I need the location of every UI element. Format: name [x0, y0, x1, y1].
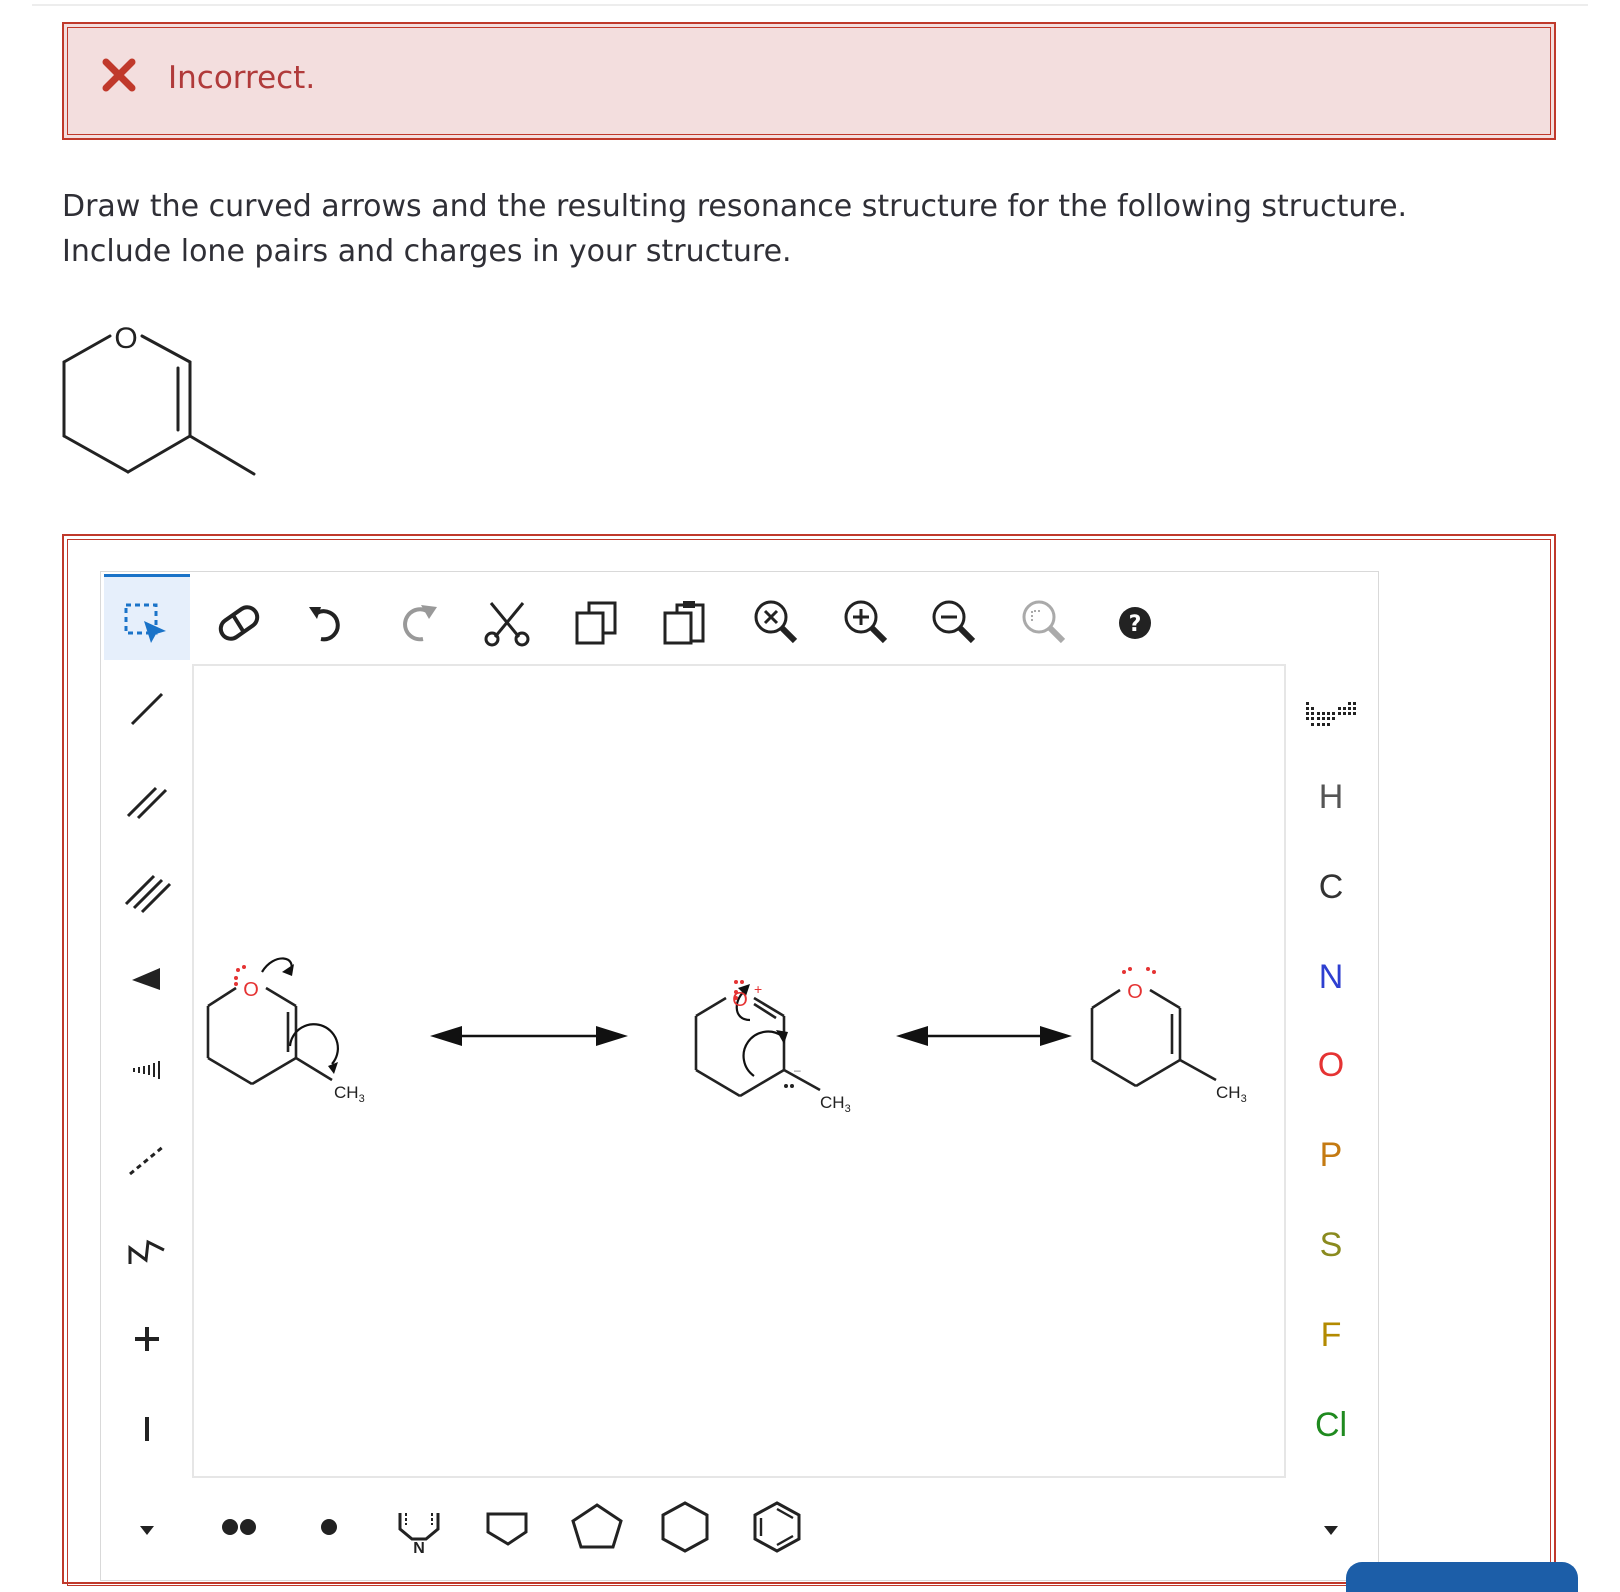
radical-icon — [321, 1519, 337, 1535]
copy-icon — [575, 601, 617, 645]
chain-button[interactable] — [112, 1214, 182, 1284]
help-button[interactable]: ? — [1100, 588, 1170, 658]
select-icon — [124, 603, 166, 643]
resonance-drawing: O CH3 O + – CH3 O CH3 — [206, 957, 1247, 1115]
zoom-reset-button[interactable] — [742, 588, 812, 658]
redo-icon — [403, 605, 437, 642]
chain-icon — [128, 1239, 165, 1264]
dashed-bond-button[interactable] — [112, 1124, 182, 1194]
feedback-alert: Incorrect. — [62, 22, 1556, 140]
svg-text:?: ? — [1129, 612, 1142, 637]
single-bond-icon — [130, 692, 164, 726]
wedge-bond-button[interactable] — [112, 944, 182, 1014]
benzene-button[interactable] — [742, 1492, 812, 1562]
paste-icon — [663, 601, 705, 645]
cyclobutane-button[interactable] — [472, 1492, 542, 1562]
structure-3 — [1090, 988, 1217, 1088]
zoom-reset-icon — [754, 600, 798, 644]
hash-bond-icon — [133, 1061, 160, 1079]
copy-button[interactable] — [562, 588, 632, 658]
structure-2-minus: – — [794, 1063, 801, 1077]
element-cl-button[interactable]: Cl — [1296, 1390, 1366, 1460]
structure-1 — [206, 957, 339, 1086]
redo-button[interactable] — [384, 588, 454, 658]
cyclopentane-icon — [571, 1503, 623, 1549]
element-f-button[interactable]: F — [1296, 1300, 1366, 1370]
paste-button[interactable] — [650, 588, 720, 658]
zoom-in-icon — [844, 600, 888, 644]
structure-3-lone-pairs — [1122, 967, 1156, 974]
minus-charge-icon — [145, 1417, 149, 1441]
structure-2 — [694, 984, 821, 1098]
lone-pair-button[interactable] — [204, 1492, 274, 1562]
more-tools-button[interactable] — [112, 1510, 182, 1550]
zoom-fit-button[interactable] — [1010, 588, 1080, 658]
cyclopentane-button[interactable] — [562, 1492, 632, 1562]
submit-button-edge[interactable] — [1346, 1562, 1578, 1592]
resonance-arrow-1 — [430, 1026, 628, 1046]
more-elements-button[interactable] — [1296, 1510, 1366, 1550]
plus-charge-button[interactable] — [112, 1304, 182, 1374]
svg-text:N: N — [413, 1540, 425, 1555]
cut-button[interactable] — [472, 588, 542, 658]
element-c-button[interactable]: C — [1296, 852, 1366, 922]
cyclobutane-icon — [486, 1512, 528, 1546]
zoom-fit-icon — [1022, 600, 1066, 644]
structure-3-oxygen: O — [1127, 981, 1143, 1003]
wedge-bond-icon — [132, 968, 160, 990]
structure-2-positive-charge: + — [754, 981, 762, 997]
zoom-out-icon — [932, 600, 976, 644]
element-p-button[interactable]: P — [1296, 1120, 1366, 1190]
cyclohexane-icon — [661, 1501, 709, 1553]
element-h-button[interactable]: H — [1296, 762, 1366, 832]
more-elements-arrow-icon — [1324, 1526, 1338, 1535]
eraser-button[interactable] — [204, 588, 274, 658]
drawing-canvas[interactable]: O CH3 O + – CH3 O CH3 — [192, 664, 1286, 1478]
more-arrow-icon — [140, 1526, 154, 1535]
plus-charge-icon — [135, 1327, 159, 1351]
structure-1-methyl: CH3 — [334, 1083, 365, 1105]
question-text: Draw the curved arrows and the resulting… — [62, 189, 1408, 269]
structure-3-methyl: CH3 — [1216, 1083, 1247, 1105]
template-n-button[interactable]: N — [384, 1492, 454, 1562]
undo-button[interactable] — [294, 588, 364, 658]
dashed-bond-icon — [129, 1144, 165, 1176]
oxygen-label: O — [114, 322, 137, 355]
element-s-button[interactable]: S — [1296, 1210, 1366, 1280]
element-o-button[interactable]: O — [1296, 1030, 1366, 1100]
lone-pair-icon — [222, 1519, 256, 1535]
periodic-table-icon — [1306, 702, 1356, 726]
single-bond-button[interactable] — [112, 674, 182, 744]
given-structure: O — [62, 322, 256, 476]
structure-2-methyl: CH3 — [820, 1093, 851, 1115]
periodic-table-button[interactable] — [1296, 678, 1366, 748]
resonance-arrow-2 — [896, 1026, 1072, 1046]
structure-2-carbanion-pair — [784, 1084, 794, 1088]
double-bond-button[interactable] — [112, 766, 182, 836]
hash-bond-button[interactable] — [112, 1034, 182, 1104]
structure-1-oxygen: O — [243, 979, 259, 1001]
cyclohexane-button[interactable] — [650, 1492, 720, 1562]
minus-charge-button[interactable] — [112, 1394, 182, 1464]
select-tool-button[interactable] — [104, 574, 190, 660]
triple-bond-icon — [124, 874, 172, 914]
undo-icon — [309, 607, 340, 642]
element-n-button[interactable]: N — [1296, 942, 1366, 1012]
radical-button[interactable] — [294, 1492, 364, 1562]
zoom-in-button[interactable] — [832, 588, 902, 658]
benzene-icon — [753, 1501, 801, 1553]
template-n-icon: N — [398, 1513, 440, 1555]
zoom-out-button[interactable] — [920, 588, 990, 658]
alert-message: Incorrect. — [168, 60, 316, 96]
cut-icon — [484, 602, 530, 647]
eraser-icon — [218, 605, 260, 641]
triple-bond-button[interactable] — [112, 856, 182, 926]
close-x-icon — [102, 58, 136, 92]
double-bond-icon — [126, 786, 168, 820]
help-icon: ? — [1119, 607, 1151, 639]
